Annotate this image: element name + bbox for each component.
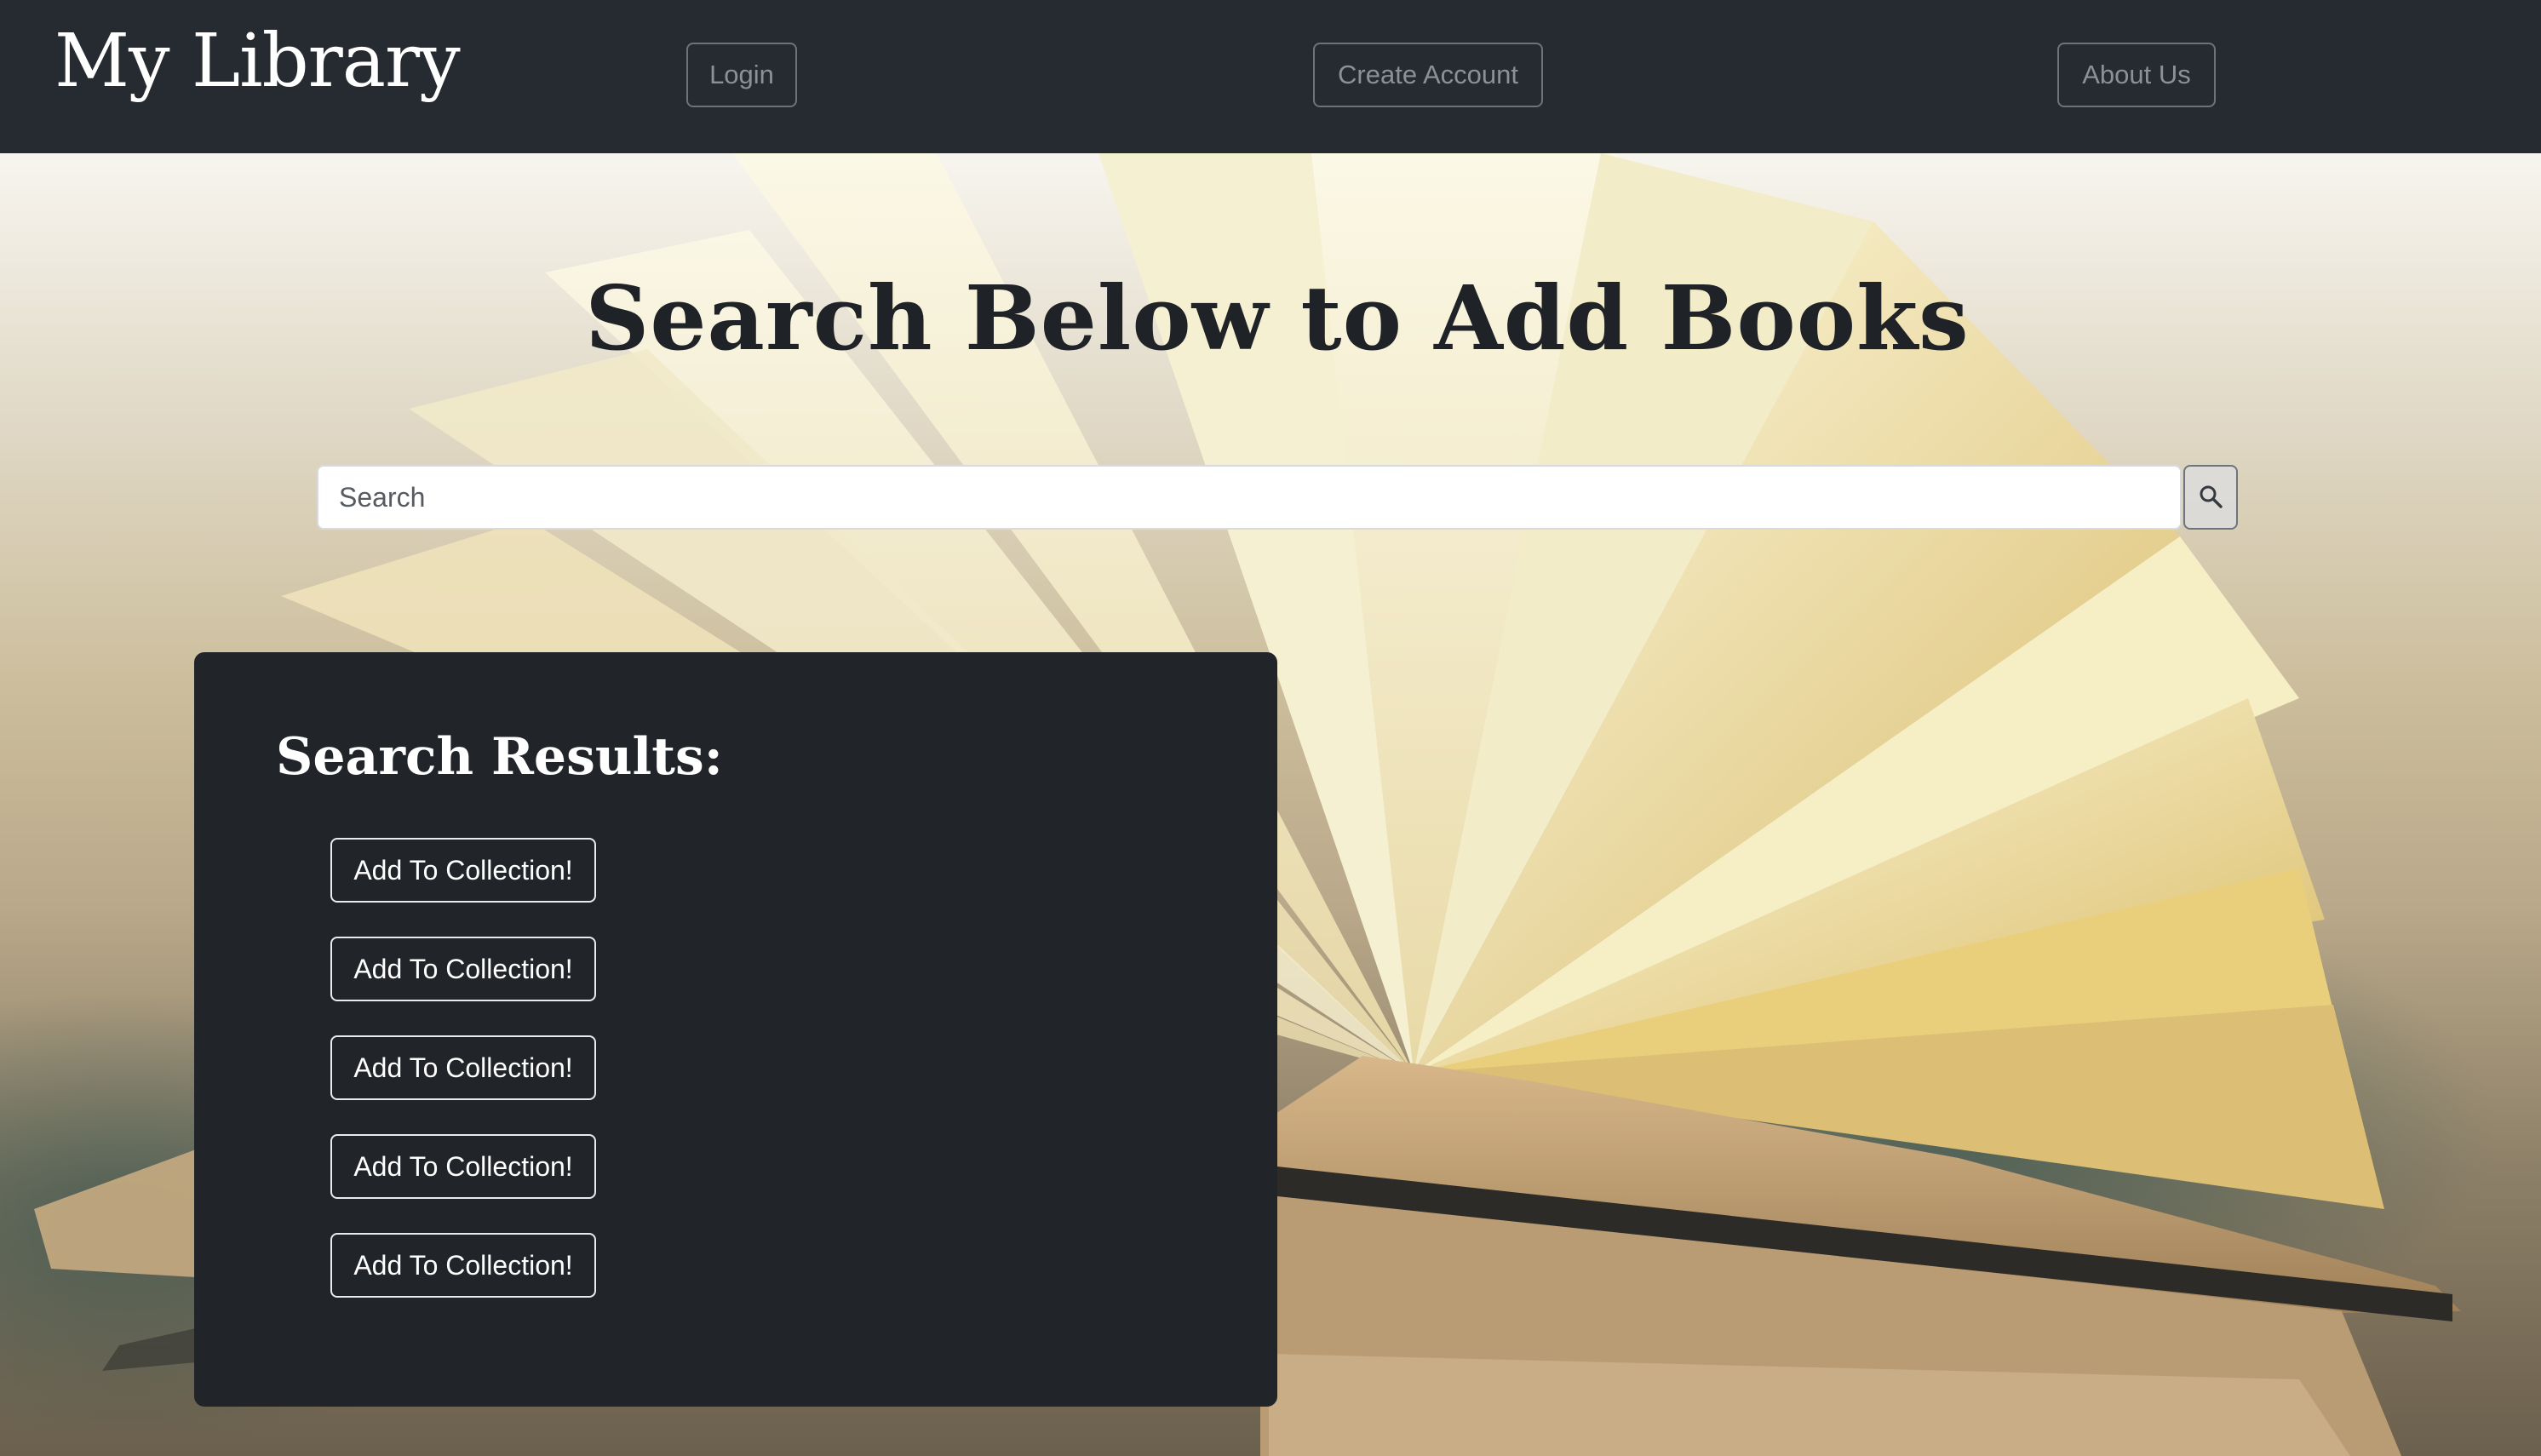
brand-title[interactable]: My Library [54, 19, 461, 104]
add-to-collection-button[interactable]: Add To Collection! [330, 1134, 596, 1199]
search-results-list: Add To Collection! Add To Collection! Ad… [330, 838, 596, 1332]
add-to-collection-button[interactable]: Add To Collection! [330, 937, 596, 1001]
about-us-button[interactable]: About Us [2057, 43, 2216, 107]
add-to-collection-button[interactable]: Add To Collection! [330, 1035, 596, 1100]
add-to-collection-button[interactable]: Add To Collection! [330, 1233, 596, 1298]
search-results-heading: Search Results: [276, 727, 723, 787]
create-account-button[interactable]: Create Account [1313, 43, 1543, 107]
login-button[interactable]: Login [686, 43, 797, 107]
search-input[interactable] [317, 465, 2182, 530]
page-title: Search Below to Add Books [585, 266, 1970, 370]
search-button[interactable] [2183, 465, 2238, 530]
navbar: My Library Login Create Account About Us [0, 0, 2541, 153]
search-icon [2198, 484, 2223, 512]
search-results-panel: Search Results: Add To Collection! Add T… [194, 652, 1277, 1407]
add-to-collection-button[interactable]: Add To Collection! [330, 838, 596, 903]
